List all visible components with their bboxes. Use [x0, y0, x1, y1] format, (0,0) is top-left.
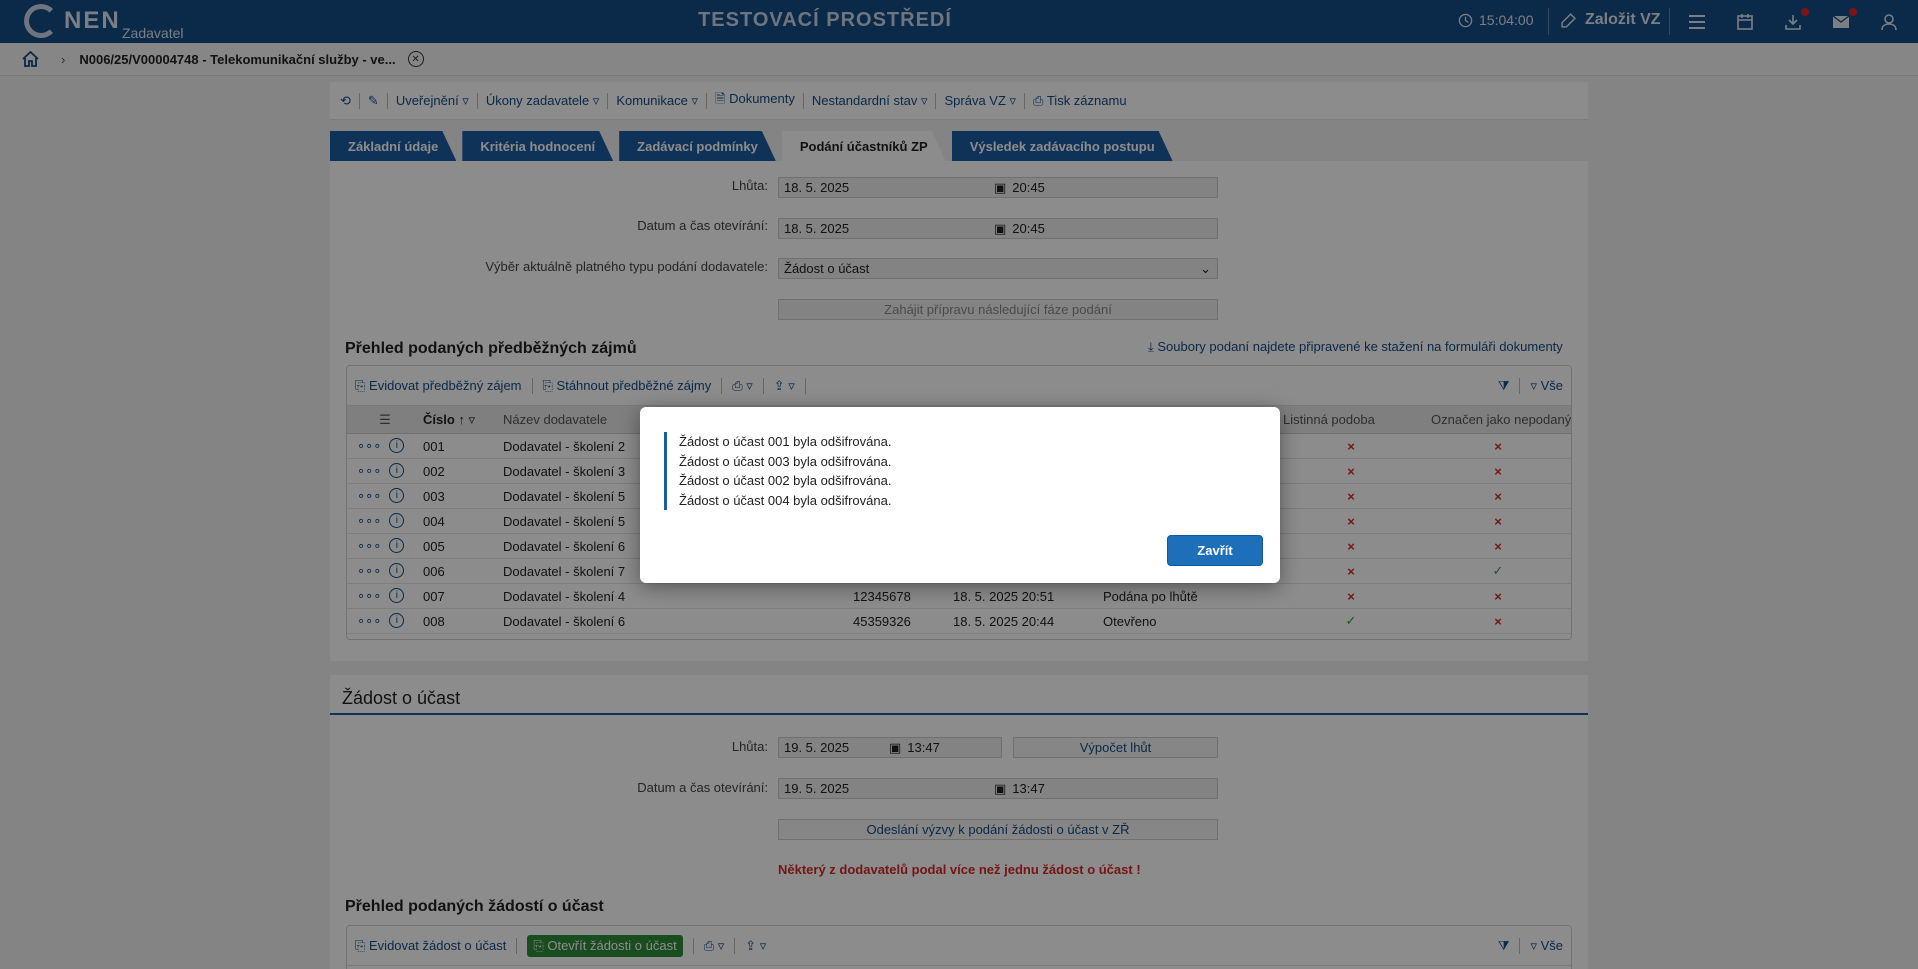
decryption-dialog: Žádost o účast 001 byla odšifrována. Žád… [640, 407, 1280, 583]
dialog-message: Žádost o účast 003 byla odšifrována. [679, 453, 892, 469]
dialog-messages: Žádost o účast 001 byla odšifrována. Žád… [664, 432, 891, 510]
close-dialog-button[interactable]: Zavřít [1167, 535, 1263, 566]
dialog-message: Žádost o účast 004 byla odšifrována. [679, 492, 892, 508]
dialog-message: Žádost o účast 002 byla odšifrována. [679, 473, 892, 488]
dialog-message: Žádost o účast 001 byla odšifrována. [679, 434, 892, 449]
